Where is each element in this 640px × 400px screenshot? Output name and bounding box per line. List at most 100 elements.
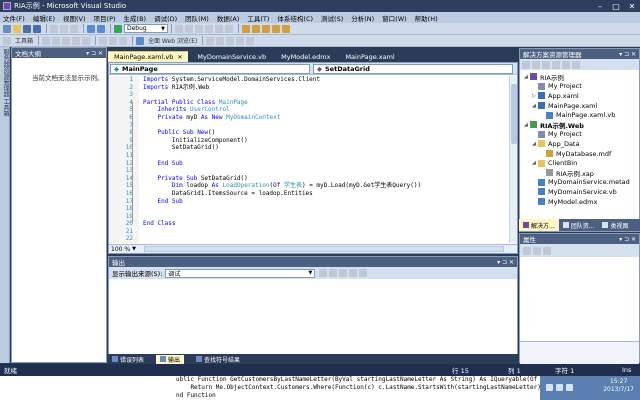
undo-icon[interactable] [87,24,95,33]
tray-network-icon[interactable] [546,384,553,391]
view-designer-icon[interactable] [562,60,570,69]
toolbox-icon[interactable] [215,24,223,33]
solution-tree-item[interactable]: MyModel.edmx [520,197,639,207]
solution-explorer-icon[interactable] [185,24,193,33]
align-center-icon[interactable] [72,36,81,45]
menu-view[interactable]: 视图(V) [63,13,86,23]
find-message-icon[interactable] [319,269,328,277]
open-file-icon[interactable] [13,24,21,33]
format-bold-icon[interactable] [42,36,51,45]
history-icon[interactable] [246,36,255,45]
tab-mainpage-xaml[interactable]: MainPage.xaml [339,51,400,62]
paste-icon[interactable] [70,24,78,33]
class-dropdown[interactable]: ◆ MainPage [110,63,310,74]
clear-all-icon[interactable] [349,269,358,277]
cut-icon[interactable] [50,24,58,33]
solution-tree-item[interactable]: MyDomainService.metad [520,178,639,188]
copy-icon[interactable] [60,24,68,33]
editor-vertical-scrollbar[interactable] [509,76,517,243]
configuration-dropdown[interactable]: Debug ▼ [124,24,168,33]
zoom-level[interactable]: 100 % [111,246,130,253]
solution-tree-item[interactable]: MyDatabase.mdf [520,149,639,159]
refresh-icon[interactable] [542,60,550,69]
solution-tree-item[interactable]: ◢ App_Data [520,139,639,149]
tab-mainpage-xaml-vb[interactable]: MainPage.xaml.vb ✕ [108,51,189,62]
property-pages-icon[interactable] [543,246,551,255]
toolbox-toggle-icon[interactable] [3,36,11,45]
redo-icon[interactable] [97,24,105,33]
solution-tree-item[interactable]: MainPage.xaml.vb [520,110,639,120]
menu-build[interactable]: 生成(B) [124,13,147,23]
menu-window[interactable]: 窗口(W) [382,13,407,23]
solution-tree-item[interactable]: RIA示例.xap [520,168,639,178]
pane-options-icon[interactable]: ▾ ⊐ ✕ [86,50,103,57]
save-all-icon[interactable] [33,24,41,33]
browse-web-icon[interactable] [136,36,145,45]
word-wrap-icon[interactable] [359,269,368,277]
solution-tree-item[interactable]: ◢ RIA示例 [520,72,639,82]
tab-class-view[interactable]: 类视图 [598,221,632,230]
align-right-icon[interactable] [82,36,91,45]
chevron-down-icon[interactable]: ▼ [132,246,136,252]
favorites-icon[interactable] [236,36,245,45]
tray-flag-icon[interactable] [566,384,573,391]
refresh-icon[interactable] [206,36,215,45]
prev-bookmark-icon[interactable] [282,24,290,33]
member-dropdown[interactable]: ◆ SetDataGrid [313,63,513,74]
maximize-button[interactable]: □ [608,2,624,11]
menu-data[interactable]: 数据(A) [217,13,240,23]
save-icon[interactable] [23,24,31,33]
format-italic-icon[interactable] [52,36,61,45]
solution-tree-item[interactable]: ▷ App.xaml [520,91,639,101]
close-tab-icon[interactable]: ✕ [177,54,182,61]
start-debug-icon[interactable] [114,24,122,33]
tray-volume-icon[interactable] [556,384,563,391]
indent-icon[interactable] [99,36,108,45]
view-code-icon[interactable] [552,60,560,69]
list-icon[interactable] [119,36,128,45]
menu-architecture[interactable]: 体系结构(C) [277,13,313,23]
menu-analyze[interactable]: 分析(N) [351,13,374,23]
pane-options-icon[interactable]: ▾ ⊐ ✕ [619,51,636,58]
menu-team[interactable]: 团队(M) [185,13,209,23]
tab-team-explorer[interactable]: 团队资... [559,221,599,230]
browse-web-label[interactable]: 全面 Web 浏览(E) [148,36,197,45]
menu-test[interactable]: 测试(S) [321,13,343,23]
menu-help[interactable]: 帮助(H) [415,13,438,23]
menu-debug[interactable]: 调试(D) [154,13,177,23]
stop-icon[interactable] [216,36,225,45]
solution-tree-item[interactable]: My Project [520,82,639,92]
properties-icon[interactable] [195,24,203,33]
object-browser-icon[interactable] [205,24,213,33]
toolbox-label[interactable]: 工具箱 [15,36,33,45]
minimize-button[interactable]: – [592,2,608,11]
properties-icon[interactable] [522,60,530,69]
menu-tools[interactable]: 工具(T) [247,13,269,23]
solution-tree-item[interactable]: My Project [520,130,639,140]
server-explorer-tab[interactable]: 服务器资源管理器 工具箱 [0,47,11,119]
tab-output[interactable]: 输出 [156,354,185,364]
tab-error-list[interactable]: 错误列表 [108,355,148,364]
pane-options-icon[interactable]: ▾ ⊐ ✕ [497,259,514,266]
code-editor[interactable]: ◆ MainPage ◆ SetDataGrid 1 2 3 4 5 6 7 8… [108,62,518,254]
comment-icon[interactable] [242,24,250,33]
system-clock[interactable]: 15:27 2013/7/17 [603,378,634,394]
pane-options-icon[interactable]: ▾ ⊐ ✕ [619,236,636,243]
code-text-area[interactable]: Imports System.ServiceModel.DomainServic… [143,76,503,243]
next-bookmark-icon[interactable] [272,24,280,33]
solution-tree-item[interactable]: ◢ MainPage.xaml [520,101,639,111]
categorized-icon[interactable] [523,246,531,255]
menu-edit[interactable]: 编辑(E) [33,13,55,23]
close-button[interactable]: ✕ [624,2,640,11]
bookmark-icon[interactable] [262,24,270,33]
menu-project[interactable]: 项目(P) [94,13,116,23]
editor-horizontal-scrollbar[interactable] [143,246,504,252]
tab-find-symbol-results[interactable]: 查找符号结果 [192,355,244,364]
tab-solution-explorer[interactable]: 解决方... [519,219,559,231]
align-left-icon[interactable] [62,36,71,45]
new-project-icon[interactable] [3,24,11,33]
class-diagram-icon[interactable] [572,60,580,69]
uncomment-icon[interactable] [252,24,260,33]
tab-mydomainservice-vb[interactable]: MyDomainService.vb [191,51,272,62]
home-icon[interactable] [226,36,235,45]
